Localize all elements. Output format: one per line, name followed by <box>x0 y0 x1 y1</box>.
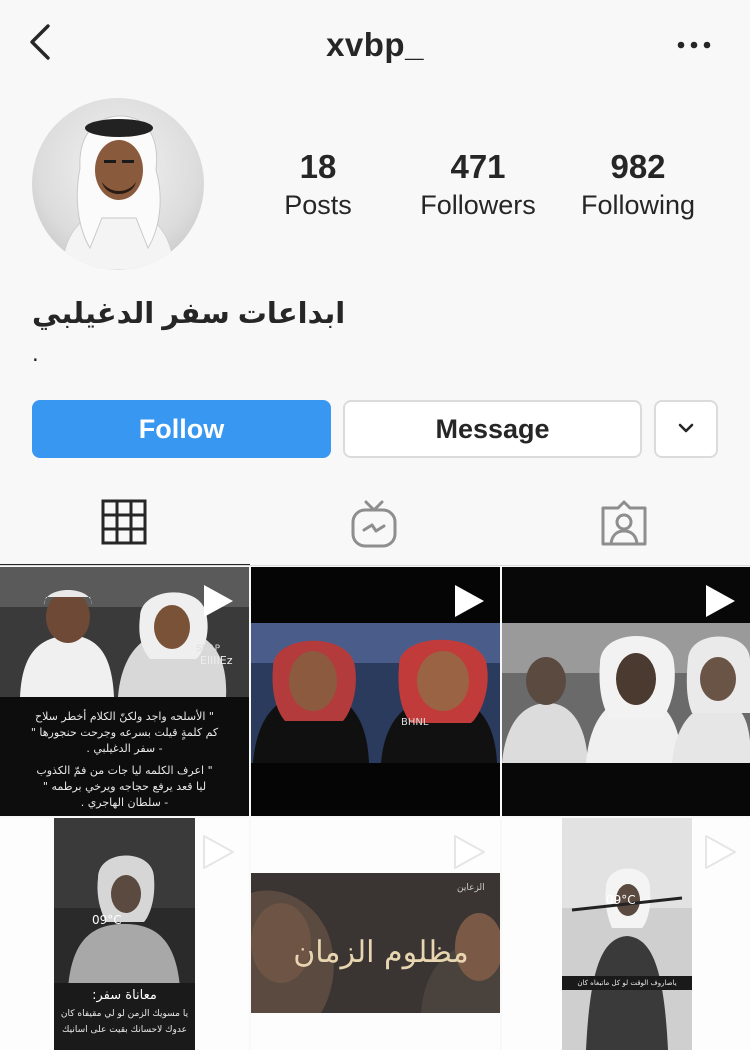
tagged-icon <box>601 500 647 546</box>
post-caption-line: - سفر الدغيلبي . <box>86 742 163 755</box>
video-play-icon <box>203 835 234 869</box>
top-bar: xvbp_ <box>0 0 750 90</box>
profile-stats: 18 Posts 471 Followers 982 Following <box>250 148 730 228</box>
posts-count: 18 <box>299 148 337 185</box>
profile-display-name: ابداعات سفر الدغيلبي <box>32 298 346 330</box>
posts-label: Posts <box>284 190 352 220</box>
post-caption-line: " الأسلحه واجد ولكنّ الكلام أخطر سلاح <box>35 710 214 723</box>
tab-tagged[interactable] <box>500 478 750 566</box>
video-play-icon <box>204 585 233 617</box>
post-tile[interactable] <box>502 567 750 816</box>
post-photo <box>251 623 500 763</box>
video-play-icon <box>705 835 736 869</box>
post-tile[interactable]: 09°C ياصاروف الوقت لو كل ماتبغاه كان <box>502 818 750 1050</box>
post-caption-line: ليا قعد يرفع حجاجه ويرخي برطمه " <box>42 780 207 793</box>
message-button[interactable]: Message <box>343 400 642 458</box>
video-play-icon <box>455 585 484 617</box>
followers-label: Followers <box>420 190 536 220</box>
more-horizontal-icon[interactable] <box>676 30 712 60</box>
tabs-divider <box>0 565 750 566</box>
post-tag: الزعاين <box>457 883 485 893</box>
stat-following[interactable]: 982 Following <box>558 148 718 221</box>
video-play-icon <box>454 835 485 869</box>
post-tile[interactable]: مظلوم الزمان الزعاين <box>251 818 500 1050</box>
stat-posts[interactable]: 18 Posts <box>238 148 398 221</box>
post-temperature: 09°C <box>606 893 636 907</box>
tab-igtv[interactable] <box>250 478 500 566</box>
post-tile[interactable]: 09°C معاناة سفر: يا مسويك الزمن لو لي مق… <box>0 818 249 1050</box>
post-temperature: 09°C <box>92 913 122 927</box>
tab-posts-grid[interactable] <box>0 478 250 566</box>
igtv-icon <box>351 500 397 548</box>
suggested-dropdown-button[interactable] <box>654 400 718 458</box>
post-caption-line: كم كلمةٍ قيلت بسرعه وجرحت حنجورها " <box>30 726 219 739</box>
following-label: Following <box>580 190 696 220</box>
post-caption-watermark: BHNL <box>401 717 429 728</box>
video-play-icon <box>706 585 735 617</box>
post-caption-line: - سلطان الهاجري . <box>80 796 169 809</box>
following-count: 982 <box>610 148 666 185</box>
post-photo <box>562 818 692 1050</box>
post-caption-title: معاناة سفر: <box>92 988 157 1003</box>
post-caption-line: ياصاروف الوقت لو كل ماتبغاه كان <box>577 979 677 987</box>
profile-bio: . <box>32 340 39 367</box>
post-photo <box>502 623 750 763</box>
post-caption-watermark: ElIIIEz <box>200 654 233 667</box>
follow-button[interactable]: Follow <box>32 400 331 458</box>
post-caption-line: يا مسويك الزمن لو لي مقيفاه كان <box>60 1009 189 1019</box>
profile-username: xvbp_ <box>326 26 424 63</box>
followers-count: 471 <box>450 148 506 185</box>
post-tile[interactable]: BHNL <box>251 567 500 816</box>
post-caption-line: " اعرف الكلمه ليا جات من فمّ الكذوب <box>36 764 213 777</box>
avatar[interactable] <box>32 98 204 270</box>
chevron-down-icon <box>678 423 694 433</box>
posts-grid: SNAP ElIIIEz " الأسلحه واجد ولكنّ الكلام… <box>0 567 750 1050</box>
post-tile[interactable]: SNAP ElIIIEz " الأسلحه واجد ولكنّ الكلام… <box>0 567 249 816</box>
post-title: مظلوم الزمان <box>293 935 469 970</box>
stat-followers[interactable]: 471 Followers <box>398 148 558 221</box>
post-caption-line: عدوك لاحسانك بقيت على اسانيك <box>62 1025 187 1035</box>
grid-icon <box>101 499 147 545</box>
profile-tabs <box>0 478 750 566</box>
